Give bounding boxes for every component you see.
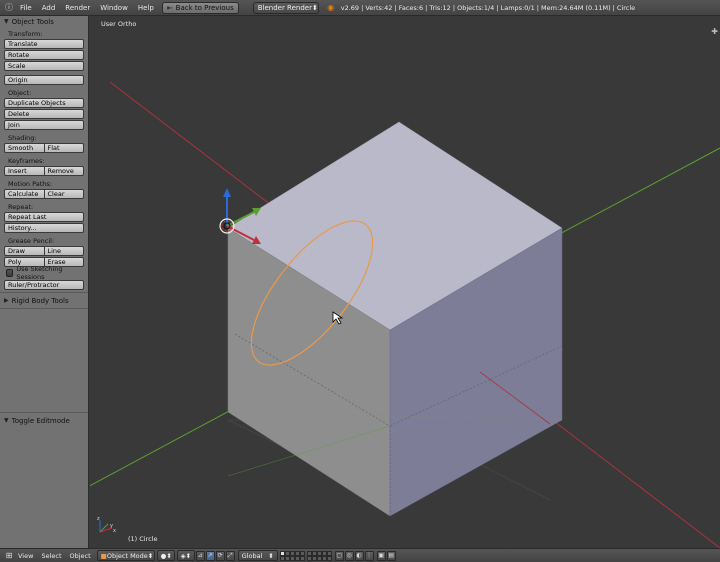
flat-button[interactable]: Flat [44,143,84,153]
info-header: ⓘ File Add Render Window Help ⇤ Back to … [0,0,720,16]
origin-button[interactable]: Origin [4,75,84,85]
transform-orientation-label: Global [241,551,263,560]
snap-toggle-icon[interactable]: ◐ [354,550,364,561]
collapsed-triangle-icon: ▶ [4,297,9,304]
scene-statistics: v2.69 | Verts:42 | Faces:6 | Tris:12 | O… [340,3,636,12]
rotate-manipulator-icon[interactable]: ⟳ [215,550,225,561]
dropdown-arrows-icon: ⬍ [268,551,274,560]
transform-section-label: Transform: [8,30,43,38]
rigid-body-tools-panel-header[interactable]: ▶ Rigid Body Tools [0,295,88,306]
translate-manipulator-icon[interactable]: ↗ [205,550,215,561]
manipulator-toggle-icon[interactable]: ⊿ [195,550,205,561]
insert-keyframe-button[interactable]: Insert [4,166,45,176]
area-split-corner-icon[interactable]: ✚ [711,27,718,36]
calculate-button[interactable]: Calculate [4,189,45,199]
lock-layers-icon[interactable]: ▢ [334,550,344,561]
duplicate-objects-button[interactable]: Duplicate Objects [4,98,84,108]
layer-buttons-group-2[interactable] [306,550,332,561]
viewport-scene[interactable] [90,16,720,548]
render-engine-label: Blender Render [257,3,312,12]
expand-triangle-icon: ▼ [4,18,9,25]
remove-keyframe-button[interactable]: Remove [44,166,84,176]
svg-text:z: z [97,516,100,522]
menu-help[interactable]: Help [133,4,159,12]
render-preview-icon[interactable]: ▣ [376,550,386,561]
dropdown-arrows-icon: ⬍ [166,551,172,560]
toggle-editmode-panel-header[interactable]: ▼ Toggle Editmode [0,415,88,426]
blender-logo-icon: ◉ [327,3,335,12]
menu-add[interactable]: Add [37,4,61,12]
tool-shelf: ▼ Object Tools Transform: Translate Rota… [0,16,89,548]
viewport-shading-dropdown[interactable]: ● ⬍ [156,550,175,561]
transform-orientation-dropdown[interactable]: Global ⬍ [237,550,278,561]
rotate-button[interactable]: Rotate [4,50,84,60]
3d-viewport[interactable]: User Ortho ✚ y x z (1) Circle [90,16,720,548]
3d-view-header: ⊞ View Select Object ■ Object Mode ⬍ ● ⬍… [0,548,720,562]
use-sketching-sessions-checkbox[interactable]: Use Sketching Sessions [6,265,84,281]
use-sketching-sessions-label: Use Sketching Sessions [16,265,63,281]
object-tools-panel-header[interactable]: ▼ Object Tools [0,16,88,27]
render-animation-icon[interactable]: ▤ [386,550,396,561]
editor-type-icon[interactable]: ⊞ [4,550,14,561]
scale-button[interactable]: Scale [4,61,84,71]
clear-button[interactable]: Clear [44,189,84,199]
toggle-editmode-title: Toggle Editmode [11,416,70,425]
expand-triangle-icon: ▼ [4,417,9,424]
scale-manipulator-icon[interactable]: ⤢ [225,550,235,561]
history-button[interactable]: History... [4,223,84,233]
editor-type-icon[interactable]: ⓘ [3,2,15,13]
repeat-section-label: Repeat: [8,203,34,211]
menu-select[interactable]: Select [37,552,65,560]
translate-button[interactable]: Translate [4,39,84,49]
motion-paths-section-label: Motion Paths: [8,180,52,188]
smooth-button[interactable]: Smooth [4,143,45,153]
render-engine-dropdown[interactable]: Blender Render ⬍ [252,1,319,14]
svg-text:x: x [113,528,116,534]
back-icon: ⇤ [166,3,173,12]
draw-button[interactable]: Draw [4,246,45,256]
proportional-editing-icon[interactable]: ◎ [344,550,354,561]
join-button[interactable]: Join [4,120,84,130]
menu-file[interactable]: File [15,4,37,12]
active-object-label: (1) Circle [128,535,158,543]
rigid-body-tools-title: Rigid Body Tools [11,296,69,305]
object-section-label: Object: [8,89,32,97]
shading-section-label: Shading: [8,134,37,142]
interaction-mode-dropdown[interactable]: ■ Object Mode ⬍ [96,550,155,561]
snap-element-icon[interactable]: ⋮ [364,550,374,561]
layer-buttons-group-1[interactable] [279,550,305,561]
view-name-label: User Ortho [101,20,137,28]
orientation-axis-widget: y x z [96,516,120,538]
object-tools-title: Object Tools [11,17,54,26]
dropdown-arrows-icon: ⬍ [185,551,192,560]
delete-button[interactable]: Delete [4,109,84,119]
checkbox-box[interactable] [6,269,14,277]
menu-render[interactable]: Render [60,4,95,12]
menu-window[interactable]: Window [95,4,133,12]
menu-view[interactable]: View [14,552,37,560]
interaction-mode-label: Object Mode [106,551,148,560]
line-button[interactable]: Line [44,246,84,256]
dropdown-arrows-icon: ⬍ [147,551,154,560]
repeat-last-button[interactable]: Repeat Last [4,212,84,222]
back-to-previous-button[interactable]: ⇤ Back to Previous [161,1,239,14]
menu-object[interactable]: Object [66,552,95,560]
back-to-previous-label: Back to Previous [175,3,234,12]
keyframes-section-label: Keyframes: [8,157,45,165]
pivot-point-dropdown[interactable]: ◈ ⬍ [176,550,195,561]
ruler-protractor-button[interactable]: Ruler/Protractor [4,280,84,290]
dropdown-arrows-icon: ⬍ [311,3,318,12]
grease-pencil-section-label: Grease Pencil: [8,237,55,245]
